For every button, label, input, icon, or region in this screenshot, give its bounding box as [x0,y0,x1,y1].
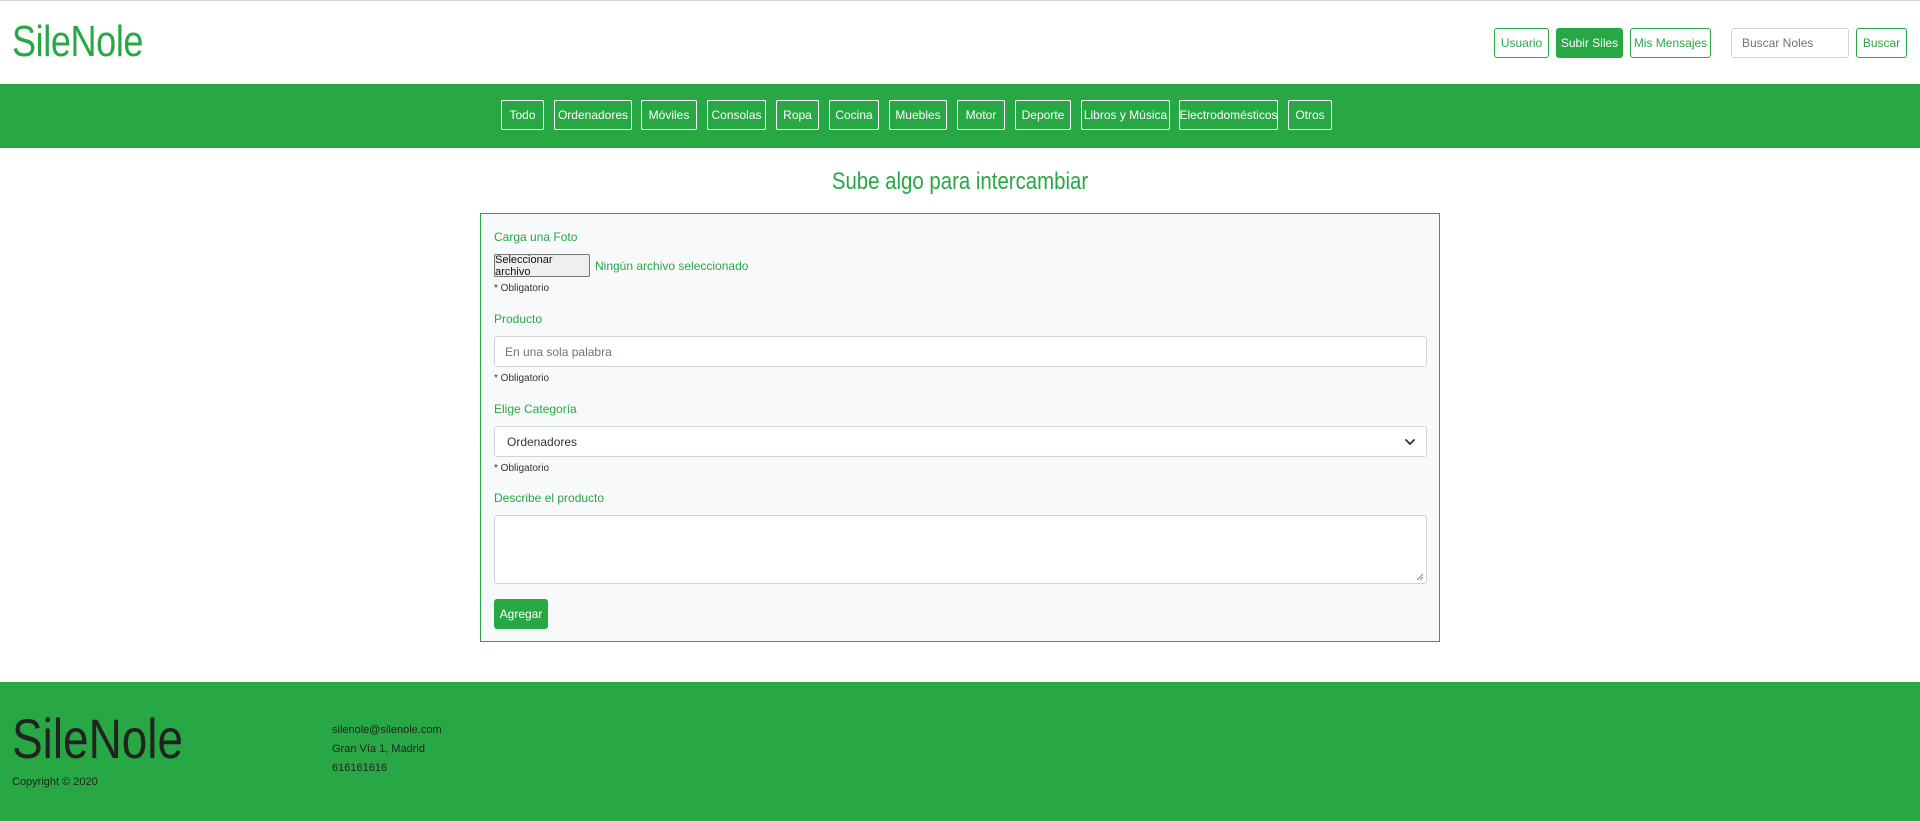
category-motor[interactable]: Motor [957,100,1005,130]
chevron-down-icon [1405,439,1415,445]
site-header: SileNole Usuario Subir Siles Mis Mensaje… [0,1,1920,84]
category-libros-musica[interactable]: Libros y Música [1081,100,1170,130]
required-note: * Obligatorio [494,463,550,474]
category-muebles[interactable]: Muebles [889,100,947,130]
footer-phone: 616161616 [332,762,388,774]
subir-siles-button[interactable]: Subir Siles [1556,28,1623,58]
file-status: Ningún archivo seleccionado [595,259,749,273]
upload-form: Carga una Foto Seleccionar archivo Ningú… [480,213,1440,642]
product-label: Producto [494,312,543,326]
footer-address: Gran Vía 1, Madrid [332,743,425,755]
footer-copyright: Copyright © 2020 [12,776,98,788]
category-electrodomesticos[interactable]: Electrodomésticos [1179,100,1278,130]
footer-email: silenole@silenole.com [332,724,442,736]
brand-logo[interactable]: SileNole [12,17,144,67]
category-cocina[interactable]: Cocina [829,100,879,130]
agregar-button[interactable]: Agregar [494,599,548,629]
category-label: Elige Categoría [494,402,577,416]
photo-label: Carga una Foto [494,230,578,244]
description-textarea[interactable] [494,515,1427,584]
resize-grip-icon[interactable] [1414,571,1424,581]
category-ordenadores[interactable]: Ordenadores [554,100,632,130]
category-ropa[interactable]: Ropa [776,100,819,130]
category-todo[interactable]: Todo [501,100,544,130]
category-moviles[interactable]: Móviles [641,100,697,130]
page-title: Sube algo para intercambiar [831,168,1089,195]
category-selected-value: Ordenadores [507,434,578,449]
mis-mensajes-button[interactable]: Mis Mensajes [1630,28,1711,58]
category-consolas[interactable]: Consolas [707,100,766,130]
usuario-button[interactable]: Usuario [1494,28,1549,58]
category-select[interactable]: Ordenadores [494,426,1427,457]
search-button[interactable]: Buscar [1856,28,1907,58]
required-note: * Obligatorio [494,283,550,294]
select-file-button[interactable]: Seleccionar archivo [494,254,590,278]
category-nav: Todo Ordenadores Móviles Consolas Ropa C… [0,84,1920,148]
footer-brand: SileNole [12,707,184,770]
description-label: Describe el producto [494,491,605,505]
category-otros[interactable]: Otros [1288,100,1332,130]
required-note: * Obligatorio [494,373,550,384]
product-input[interactable] [494,336,1427,367]
search-input[interactable] [1731,28,1849,58]
category-deporte[interactable]: Deporte [1015,100,1071,130]
site-footer: SileNole Copyright © 2020 silenole@silen… [0,682,1920,821]
